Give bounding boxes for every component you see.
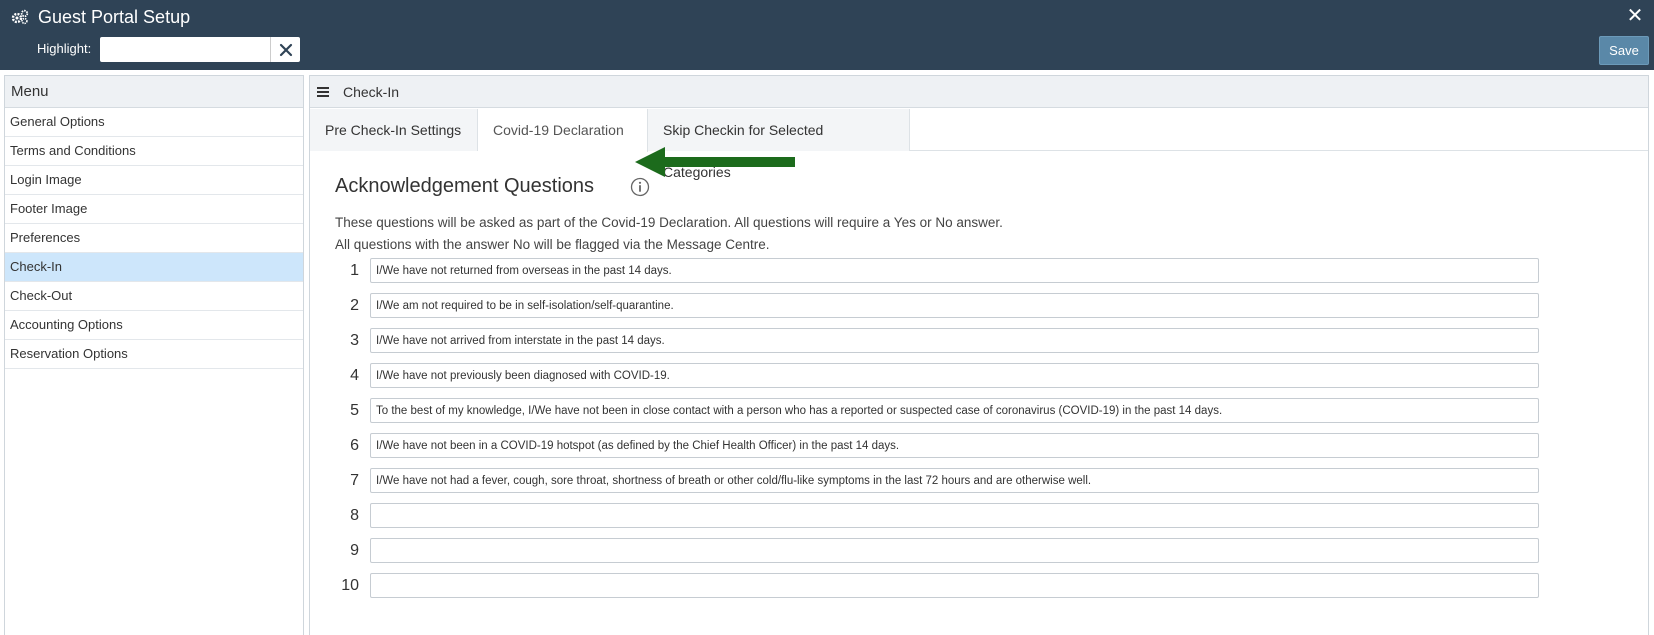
question-input[interactable]: [370, 293, 1539, 318]
question-row: 4: [310, 363, 1648, 389]
question-row: 2: [310, 293, 1648, 319]
window-title: Guest Portal Setup: [38, 7, 191, 27]
question-number: 6: [350, 437, 359, 454]
save-button[interactable]: Save: [1599, 36, 1649, 65]
description-line-2: All questions with the answer No will be…: [335, 237, 770, 252]
info-icon[interactable]: [630, 177, 650, 197]
description-line-1: These questions will be asked as part of…: [335, 215, 1003, 230]
question-number: 2: [350, 297, 359, 314]
question-row: 7: [310, 468, 1648, 494]
hamburger-menu-icon[interactable]: [317, 87, 329, 97]
highlight-label: Highlight:: [37, 41, 92, 56]
question-input[interactable]: [370, 258, 1539, 283]
question-number: 4: [350, 367, 359, 384]
menu-item-footer-image[interactable]: Footer Image: [5, 195, 303, 224]
page-title: Check-In: [343, 84, 400, 100]
question-input[interactable]: [370, 468, 1539, 493]
menu-item-preferences[interactable]: Preferences: [5, 224, 303, 253]
menu-header: Menu: [5, 76, 303, 108]
question-number: 3: [350, 332, 359, 349]
question-number: 8: [350, 507, 359, 524]
close-icon[interactable]: ✕: [1624, 4, 1646, 28]
question-row: 1: [310, 258, 1648, 284]
main-panel: Check-In Pre Check-In Settings Covid-19 …: [309, 75, 1649, 635]
annotation-arrow-icon: [635, 147, 795, 177]
tab-skip-checkin-selected-categories[interactable]: Skip Checkin for Selected Categories: [648, 109, 910, 180]
menu-item-accounting-options[interactable]: Accounting Options: [5, 311, 303, 340]
question-input[interactable]: [370, 363, 1539, 388]
highlight-input[interactable]: [100, 37, 270, 62]
question-input[interactable]: [370, 503, 1539, 528]
menu-item-general-options[interactable]: General Options: [5, 108, 303, 137]
question-input[interactable]: [370, 398, 1539, 423]
title-bar: Guest Portal Setup ✕ Highlight: Save: [0, 0, 1654, 70]
question-row: 8: [310, 503, 1648, 529]
menu-item-check-out[interactable]: Check-Out: [5, 282, 303, 311]
question-number: 5: [350, 402, 359, 419]
question-input[interactable]: [370, 573, 1539, 598]
close-icon: [279, 43, 293, 57]
tab-pre-check-in-settings[interactable]: Pre Check-In Settings: [310, 109, 478, 151]
question-row: 10: [310, 573, 1648, 599]
gears-icon: [11, 9, 29, 25]
question-number: 10: [341, 577, 359, 594]
question-number: 7: [350, 472, 359, 489]
tab-covid-19-declaration[interactable]: Covid-19 Declaration: [478, 109, 648, 152]
clear-highlight-button[interactable]: [270, 37, 300, 62]
highlight-field-container: [100, 37, 300, 62]
question-number: 9: [350, 542, 359, 559]
section-title: Acknowledgement Questions: [335, 175, 595, 197]
question-row: 3: [310, 328, 1648, 354]
question-number: 1: [350, 262, 359, 279]
question-row: 6: [310, 433, 1648, 459]
menu-item-check-in[interactable]: Check-In: [5, 253, 303, 282]
menu-item-terms-and-conditions[interactable]: Terms and Conditions: [5, 137, 303, 166]
question-input[interactable]: [370, 433, 1539, 458]
menu-panel: Menu General Options Terms and Condition…: [4, 75, 304, 635]
menu-item-reservation-options[interactable]: Reservation Options: [5, 340, 303, 369]
question-row: 9: [310, 538, 1648, 564]
question-input[interactable]: [370, 328, 1539, 353]
tab-bar: Pre Check-In Settings Covid-19 Declarati…: [310, 109, 1648, 180]
question-input[interactable]: [370, 538, 1539, 563]
menu-item-login-image[interactable]: Login Image: [5, 166, 303, 195]
main-header: Check-In: [310, 76, 1648, 108]
question-row: 5: [310, 398, 1648, 424]
